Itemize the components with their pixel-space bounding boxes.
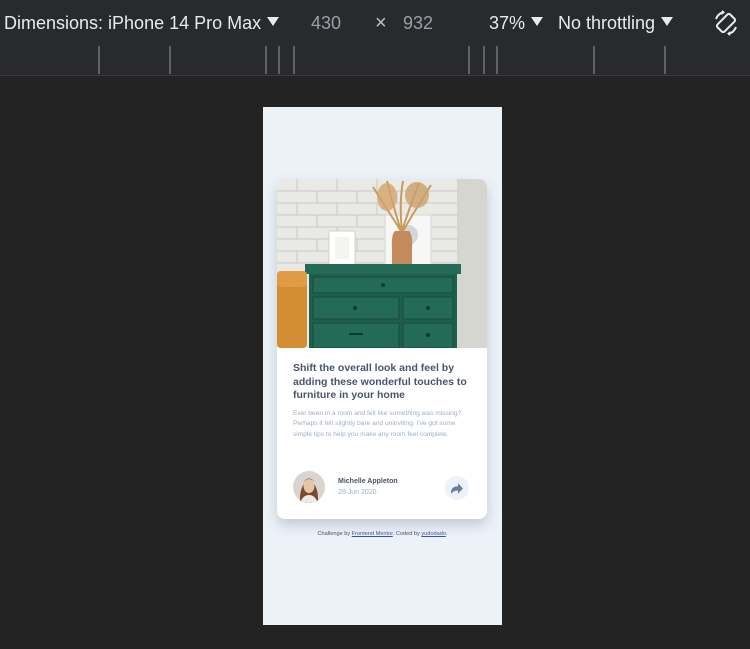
height-input[interactable]: 932 [403, 0, 433, 46]
device-screen: Shift the overall look and feel by addin… [263, 107, 502, 625]
attribution: Challenge by Frontend Mentor. Coded by y… [263, 531, 502, 537]
author-row: Michelle Appleton 28 Jun 2020 [293, 469, 471, 503]
publish-date: 28 Jun 2020 [338, 489, 377, 496]
card-title[interactable]: Shift the overall look and feel by addin… [293, 362, 473, 403]
attribution-middle: . Coded by [392, 531, 422, 537]
rotate-icon [715, 10, 737, 36]
media-query-ruler[interactable] [0, 46, 750, 76]
avatar [293, 471, 325, 503]
device-toolbar: Dimensions: iPhone 14 Pro Max 430 × 932 … [0, 0, 750, 46]
author-name: Michelle Appleton [338, 478, 398, 485]
zoom-select[interactable]: 37% [489, 0, 544, 46]
width-input[interactable]: 430 [311, 0, 341, 46]
coder-link[interactable]: yudodado [421, 531, 446, 537]
card-description: Ever been in a room and felt like someth… [293, 409, 462, 438]
share-icon [451, 482, 463, 494]
throttling-label: No throttling [558, 12, 656, 33]
article-card: Shift the overall look and feel by addin… [277, 179, 487, 519]
device-dimensions-label: Dimensions: iPhone 14 Pro Max [4, 12, 262, 33]
chevron-down-icon [531, 16, 544, 26]
attribution-suffix: . [445, 531, 448, 537]
share-button[interactable] [445, 476, 469, 500]
rotate-button[interactable] [710, 0, 742, 46]
frontend-mentor-link[interactable]: Frontend Mentor [352, 531, 393, 537]
throttling-select[interactable]: No throttling [558, 0, 674, 46]
zoom-label: 37% [489, 12, 526, 33]
chevron-down-icon [267, 16, 280, 26]
chevron-down-icon [661, 16, 674, 26]
times-symbol: × [375, 11, 387, 34]
card-body: Shift the overall look and feel by addin… [293, 362, 473, 447]
device-dimensions-select[interactable]: Dimensions: iPhone 14 Pro Max [4, 0, 280, 46]
attribution-prefix: Challenge by [317, 531, 352, 537]
drawers-image [277, 179, 487, 348]
